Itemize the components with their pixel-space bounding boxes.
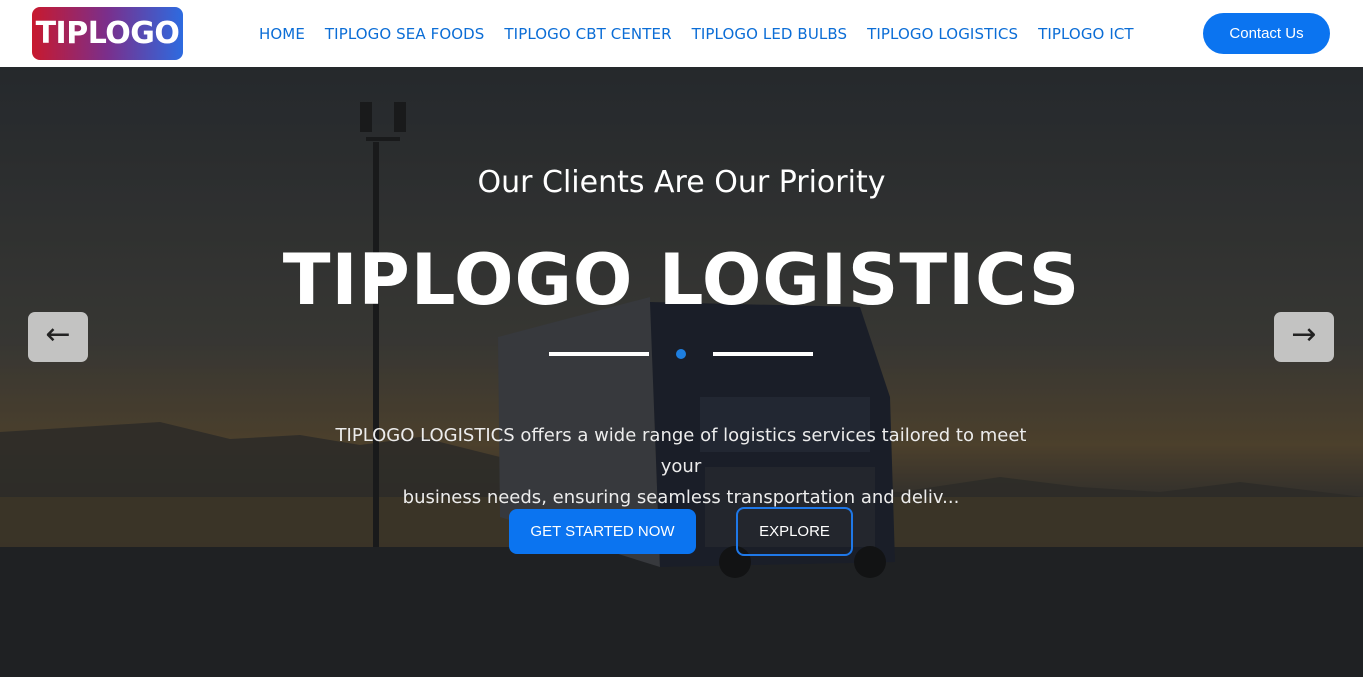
main-nav: HOME TIPLOGO SEA FOODS TIPLOGO CBT CENTE… [259,0,1154,67]
hero-subtitle: Our Clients Are Our Priority [477,165,886,200]
arrow-left-icon: ← [45,317,71,352]
title-divider-right [713,352,813,356]
nav-item-sea-foods[interactable]: TIPLOGO SEA FOODS [325,25,485,43]
explore-button[interactable]: EXPLORE [736,507,853,556]
carousel-prev-button[interactable]: ← [28,312,88,362]
title-divider-dot [676,349,686,359]
title-divider-left [549,352,649,356]
hero-carousel: Our Clients Are Our Priority TIPLOGO LOG… [0,67,1363,677]
nav-item-led-bulbs[interactable]: TIPLOGO LED BULBS [692,25,848,43]
contact-us-button[interactable]: Contact Us [1203,13,1330,54]
carousel-next-button[interactable]: → [1274,312,1334,362]
hero-description-line-1: TIPLOGO LOGISTICS offers a wide range of… [335,425,1027,477]
hero-description: TIPLOGO LOGISTICS offers a wide range of… [331,420,1031,513]
nav-item-ict[interactable]: TIPLOGO ICT [1038,25,1134,43]
nav-item-cbt-center[interactable]: TIPLOGO CBT CENTER [504,25,671,43]
hero-bottom-edge [0,677,1363,681]
site-header: TIPLOGO HOME TIPLOGO SEA FOODS TIPLOGO C… [0,0,1363,67]
hero-description-line-2: business needs, ensuring seamless transp… [402,487,960,508]
nav-item-home[interactable]: HOME [259,25,305,43]
arrow-right-icon: → [1291,317,1317,352]
nav-item-logistics[interactable]: TIPLOGO LOGISTICS [867,25,1018,43]
hero-title: TIPLOGO LOGISTICS [282,239,1081,321]
brand-logo[interactable]: TIPLOGO [32,7,183,60]
get-started-button[interactable]: GET STARTED NOW [509,509,696,554]
hero-overlay [0,67,1363,677]
